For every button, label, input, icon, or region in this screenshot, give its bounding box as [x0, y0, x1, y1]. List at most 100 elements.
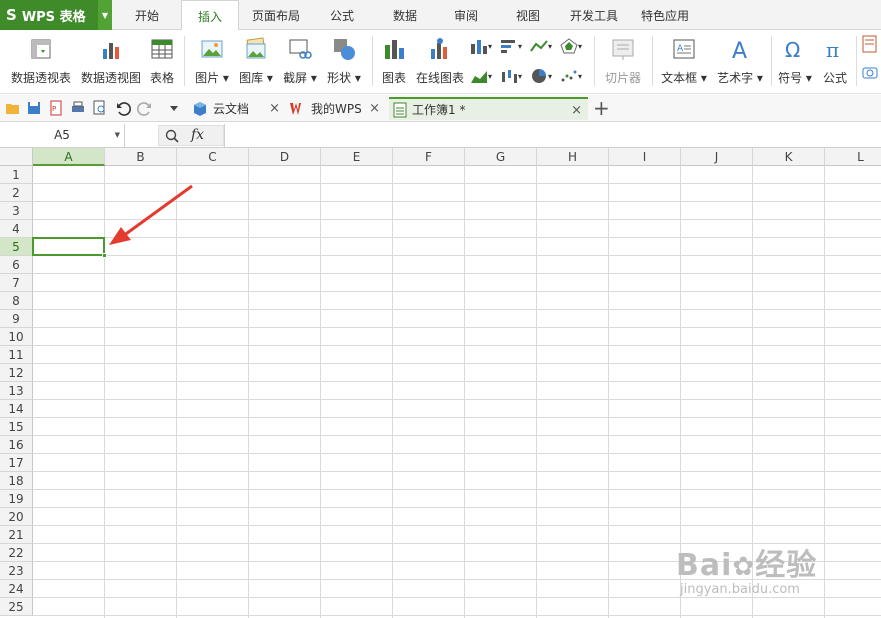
tab-data[interactable]: 数据	[376, 0, 434, 30]
stock-chart-icon	[502, 70, 517, 83]
pie-chart-dropdown[interactable]: ▾	[530, 66, 556, 86]
shapes-button[interactable]: 形状 ▾	[324, 34, 364, 90]
baidu-watermark: Bai✿经验	[676, 548, 818, 583]
tab-developer[interactable]: 开发工具	[561, 0, 627, 30]
pivot-chart-icon	[103, 43, 119, 59]
ribbon-separator	[372, 36, 373, 86]
tab-page-layout[interactable]: 页面布局	[243, 0, 309, 30]
doc-tab-cloud-docs[interactable]: 云文档 ×	[190, 97, 286, 120]
svg-text:π: π	[826, 38, 839, 61]
open-folder-icon[interactable]	[5, 100, 21, 116]
paw-icon: ✿	[732, 552, 756, 582]
wps-logo-icon: S	[6, 6, 17, 24]
print-preview-icon[interactable]	[92, 100, 108, 116]
gallery-button[interactable]: 图库 ▾	[236, 34, 276, 90]
insert-function-button[interactable]: fx	[191, 127, 204, 143]
pivot-table-icon	[31, 39, 51, 59]
menu-bar: S WPS 表格 ▼ 开始 插入 页面布局 公式 数据 审阅 视图 开发工具 特…	[0, 0, 881, 31]
symbol-button[interactable]: Ω 符号 ▾	[776, 34, 814, 90]
pivot-chart-button[interactable]: 数据透视图	[78, 34, 144, 90]
line-chart-icon	[530, 40, 548, 52]
quick-access-toolbar: P 云文档 × 我的WPS × 工作簿1 * × +	[0, 95, 881, 122]
pi-formula-icon: π	[826, 38, 839, 61]
app-name: WPS 表格	[21, 9, 86, 25]
equation-button[interactable]: π 公式	[818, 34, 852, 90]
ribbon-separator	[184, 36, 185, 86]
chart-icon	[385, 40, 404, 59]
close-tab-icon[interactable]: ×	[571, 103, 582, 118]
screenshot-icon	[289, 39, 312, 59]
formula-input[interactable]	[224, 124, 881, 147]
save-icon[interactable]	[26, 100, 42, 116]
scatter-chart-dropdown[interactable]: ▾	[560, 66, 586, 86]
textbox-button[interactable]: A 文本框 ▾	[658, 34, 710, 90]
redo-icon[interactable]	[137, 100, 153, 116]
slicer-icon	[612, 39, 634, 60]
doc-tab-workbook1[interactable]: 工作簿1 * ×	[389, 97, 588, 120]
tab-start[interactable]: 开始	[116, 0, 178, 30]
tab-insert[interactable]: 插入	[181, 0, 239, 31]
doc-tab-label: 我的WPS	[311, 102, 362, 116]
picture-icon	[201, 40, 223, 58]
area-chart-dropdown[interactable]: ▾	[470, 66, 496, 86]
table-icon	[151, 39, 173, 59]
ribbon-insert: 数据透视表 数据透视图 表格 图片 ▾ 图库 ▾ 截屏 ▾ 形状 ▾ 图表 在线…	[0, 30, 881, 94]
new-tab-button[interactable]: +	[593, 96, 610, 120]
tab-review[interactable]: 审阅	[437, 0, 495, 30]
ribbon-separator	[771, 36, 772, 86]
online-chart-icon	[431, 38, 447, 59]
radar-chart-dropdown[interactable]: ▾	[560, 36, 586, 56]
pie-chart-icon	[532, 69, 546, 83]
spreadsheet-file-icon	[393, 102, 407, 117]
gallery-icon	[246, 37, 266, 59]
app-menu-dropdown-icon[interactable]: ▼	[98, 0, 112, 30]
stock-chart-dropdown[interactable]: ▾	[500, 66, 526, 86]
wordart-button[interactable]: A 艺术字 ▾	[714, 34, 766, 90]
column-chart-dropdown[interactable]: ▾	[470, 36, 496, 56]
camera-button[interactable]	[862, 62, 881, 82]
chart-button[interactable]: 图表	[378, 34, 410, 90]
bar-chart-dropdown[interactable]: ▾	[500, 36, 526, 56]
tab-formulas[interactable]: 公式	[312, 0, 372, 30]
svg-text:A: A	[732, 39, 747, 61]
ribbon-separator	[652, 36, 653, 86]
doc-tab-my-wps[interactable]: 我的WPS ×	[288, 97, 386, 120]
customize-dropdown-icon[interactable]	[166, 100, 182, 116]
undo-icon[interactable]	[115, 100, 131, 116]
screenshot-button[interactable]: 截屏 ▾	[280, 34, 320, 90]
close-tab-icon[interactable]: ×	[369, 101, 380, 116]
doc-tab-label: 工作簿1 *	[412, 103, 466, 117]
picture-button[interactable]: 图片 ▾	[192, 34, 232, 90]
column-chart-icon	[471, 40, 487, 54]
scatter-chart-icon	[561, 70, 577, 82]
textbox-icon: A	[673, 39, 695, 59]
zoom-search-icon[interactable]	[165, 129, 179, 143]
camera-icon	[862, 67, 878, 79]
export-pdf-icon[interactable]: P	[48, 100, 64, 116]
shapes-icon	[334, 39, 355, 60]
wps-w-icon	[290, 102, 301, 115]
cloud-docs-cube-icon	[194, 101, 206, 116]
print-icon[interactable]	[70, 100, 86, 116]
document-icon	[862, 35, 877, 53]
omega-symbol-icon: Ω	[785, 38, 800, 61]
wordart-icon: A	[732, 39, 747, 61]
tab-view[interactable]: 视图	[499, 0, 557, 30]
app-menu-button[interactable]: S WPS 表格 ▼	[0, 0, 112, 30]
name-box-dropdown-icon[interactable]: ▼	[115, 124, 120, 147]
radar-chart-icon	[560, 38, 578, 54]
doc-tab-label: 云文档	[213, 102, 250, 116]
slicer-button[interactable]: 切片器	[600, 34, 646, 90]
formula-bar: A5 ▼ fx	[0, 123, 881, 148]
close-tab-icon[interactable]: ×	[269, 101, 280, 116]
name-box[interactable]: A5 ▼	[0, 124, 125, 147]
line-chart-dropdown[interactable]: ▾	[530, 36, 556, 56]
header-footer-button[interactable]	[862, 34, 881, 54]
svg-text:P: P	[52, 105, 56, 113]
tab-special-apps[interactable]: 特色应用	[632, 0, 698, 30]
watermark-url: jingyan.baidu.com	[680, 582, 800, 597]
svg-text:Ω: Ω	[785, 38, 800, 61]
online-chart-button[interactable]: 在线图表	[414, 34, 466, 90]
table-button[interactable]: 表格	[146, 34, 178, 90]
pivot-table-button[interactable]: 数据透视表	[6, 34, 76, 90]
